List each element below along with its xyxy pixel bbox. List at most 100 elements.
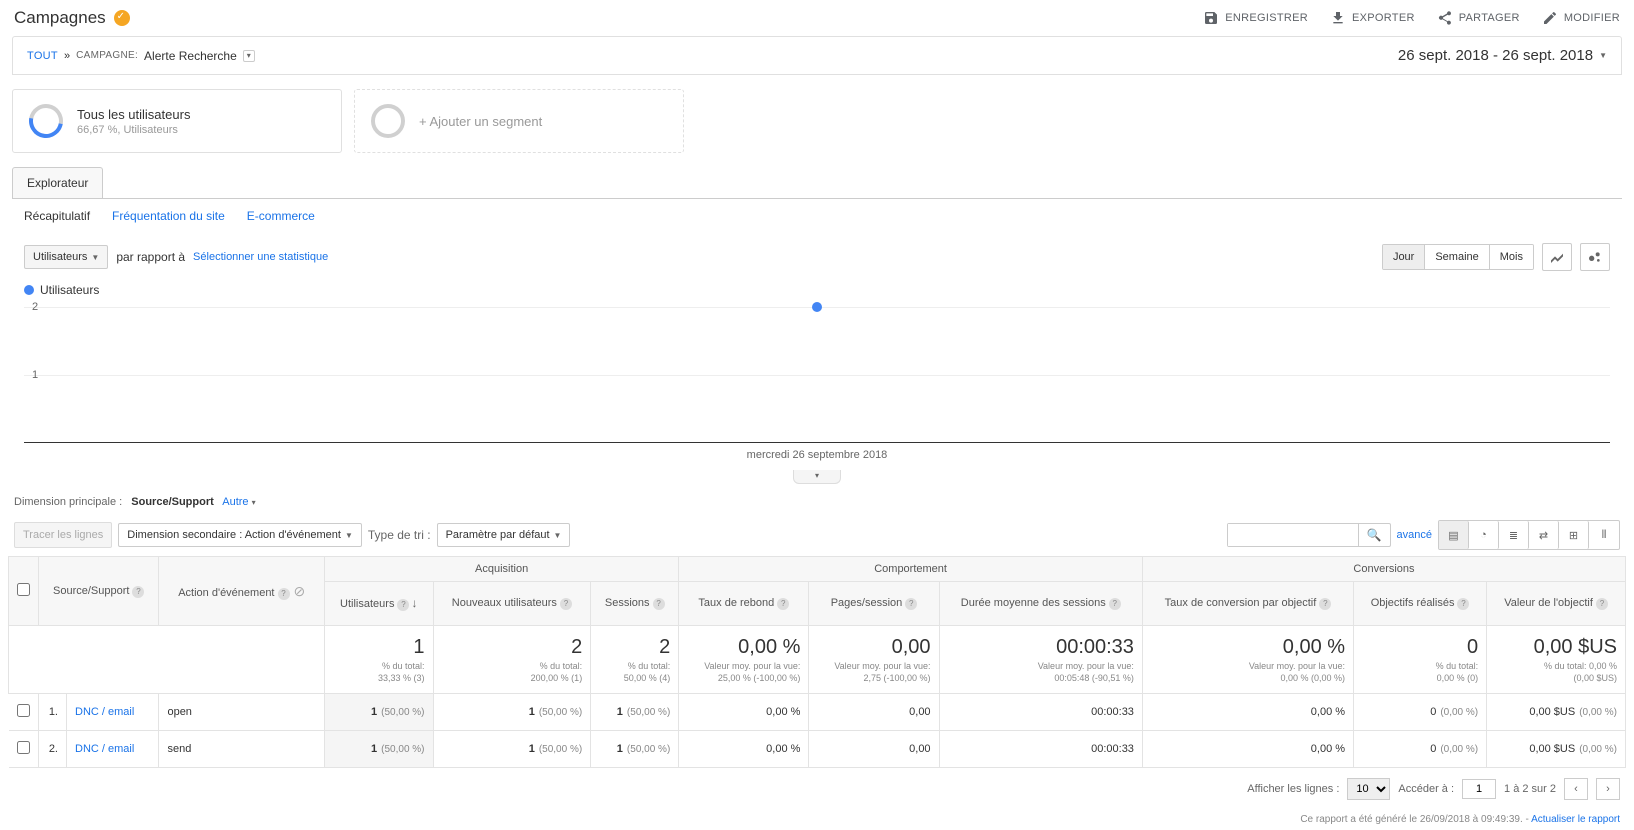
col-users[interactable]: Utilisateurs?↓ — [325, 582, 434, 626]
rows-per-page-select[interactable]: 10 — [1347, 778, 1390, 800]
chevron-down-icon: ▼ — [1599, 51, 1607, 60]
share-button[interactable]: PARTAGER — [1437, 10, 1520, 26]
view-pie-icon[interactable]: ◔ — [1469, 521, 1499, 549]
dimension-other-link[interactable]: Autre — [222, 496, 248, 508]
advanced-filter-link[interactable]: avancé — [1397, 529, 1432, 541]
granularity-week[interactable]: Semaine — [1425, 245, 1489, 269]
summary-row: 1% du total:33,33 % (3) 2% du total:200,… — [9, 626, 1626, 694]
sort-type-label: Type de tri : — [368, 528, 431, 542]
row-source-link[interactable]: DNC / email — [75, 706, 134, 718]
col-new-users[interactable]: Nouveaux utilisateurs? — [433, 582, 591, 626]
row-index: 2. — [39, 731, 67, 768]
view-term-cloud-icon[interactable]: ⊞ — [1559, 521, 1589, 549]
date-range-text: 26 sept. 2018 - 26 sept. 2018 — [1398, 47, 1593, 64]
pagination-range: 1 à 2 sur 2 — [1504, 783, 1556, 795]
trace-lines-button: Tracer les lignes — [14, 522, 112, 548]
add-segment-label: + Ajouter un segment — [419, 114, 542, 129]
y-tick-2: 2 — [32, 301, 38, 313]
col-group-behaviour: Comportement — [679, 557, 1143, 582]
export-icon — [1330, 10, 1346, 26]
primary-dimension-label: Dimension principale : — [14, 496, 122, 508]
col-pages-session[interactable]: Pages/session? — [809, 582, 939, 626]
save-button[interactable]: ENREGISTRER — [1203, 10, 1308, 26]
select-all-checkbox[interactable] — [17, 583, 30, 596]
row-checkbox[interactable] — [17, 741, 30, 754]
col-event-action[interactable]: Action d'événement?⊘ — [159, 557, 325, 626]
breadcrumb-all[interactable]: TOUT — [27, 50, 58, 62]
sort-type-selector[interactable]: Paramètre par défaut ▼ — [437, 523, 571, 547]
remove-dimension-icon[interactable]: ⊘ — [294, 583, 306, 599]
goto-input[interactable] — [1462, 779, 1496, 799]
y-tick-1: 1 — [32, 369, 38, 381]
refresh-report-link[interactable]: Actualiser le rapport — [1531, 814, 1620, 825]
goto-label: Accéder à : — [1398, 783, 1454, 795]
breadcrumb-dropdown[interactable]: ▾ — [243, 50, 255, 62]
table-row: 2. DNC / email send 1(50,00 %) 1(50,00 %… — [9, 731, 1626, 768]
col-goals[interactable]: Objectifs réalisés? — [1354, 582, 1487, 626]
chevron-down-icon: ▼ — [345, 531, 353, 540]
help-icon[interactable]: ? — [132, 586, 144, 598]
subtab-ecommerce[interactable]: E-commerce — [247, 209, 315, 223]
add-segment-button[interactable]: + Ajouter un segment — [354, 89, 684, 153]
search-icon[interactable]: 🔍 — [1358, 524, 1390, 546]
row-source-link[interactable]: DNC / email — [75, 743, 134, 755]
sort-arrow-icon: ↓ — [411, 596, 417, 610]
secondary-dimension-selector[interactable]: Dimension secondaire : Action d'événemen… — [118, 523, 362, 547]
col-source-support[interactable]: Source/Support? — [39, 557, 159, 626]
primary-dimension-value[interactable]: Source/Support — [131, 496, 214, 508]
edit-label: MODIFIER — [1564, 12, 1620, 24]
legend-label: Utilisateurs — [40, 283, 99, 297]
segment-donut-icon — [22, 97, 69, 144]
row-checkbox[interactable] — [17, 704, 30, 717]
col-goal-value[interactable]: Valeur de l'objectif? — [1487, 582, 1626, 626]
breadcrumb: TOUT » CAMPAGNE: Alerte Recherche ▾ — [27, 49, 255, 63]
chevron-down-icon: ▼ — [554, 531, 562, 540]
legend-dot-icon — [24, 285, 34, 295]
subtab-recap[interactable]: Récapitulatif — [24, 209, 90, 223]
tab-explorer[interactable]: Explorateur — [12, 167, 103, 198]
col-sessions[interactable]: Sessions? — [591, 582, 679, 626]
segment-subtitle: 66,67 %, Utilisateurs — [77, 124, 190, 136]
page-title: Campagnes — [14, 8, 106, 28]
sort-type-value: Paramètre par défaut — [446, 529, 550, 541]
select-statistic-link[interactable]: Sélectionner une statistique — [193, 251, 328, 263]
view-pivot-icon[interactable]: ⫴ — [1589, 521, 1619, 549]
col-bounce-rate[interactable]: Taux de rebond? — [679, 582, 809, 626]
col-group-conversions: Conversions — [1142, 557, 1625, 582]
chart-type-line-icon[interactable] — [1542, 243, 1572, 271]
metric-selector[interactable]: Utilisateurs ▼ — [24, 245, 108, 269]
date-range-picker[interactable]: 26 sept. 2018 - 26 sept. 2018 ▼ — [1398, 47, 1607, 64]
segment-all-users[interactable]: Tous les utilisateurs 66,67 %, Utilisate… — [12, 89, 342, 153]
edit-icon — [1542, 10, 1558, 26]
secondary-dimension-label: Dimension secondaire : Action d'événemen… — [127, 529, 341, 541]
breadcrumb-campaign-label: CAMPAGNE: — [76, 50, 138, 61]
view-bar-icon[interactable]: ≣ — [1499, 521, 1529, 549]
granularity-day[interactable]: Jour — [1383, 245, 1425, 269]
subtab-frequentation[interactable]: Fréquentation du site — [112, 209, 225, 223]
granularity-month[interactable]: Mois — [1490, 245, 1533, 269]
table-search-input[interactable] — [1228, 524, 1358, 546]
vs-label: par rapport à — [116, 250, 185, 264]
share-icon — [1437, 10, 1453, 26]
prev-page-button[interactable]: ‹ — [1564, 778, 1588, 800]
save-icon — [1203, 10, 1219, 26]
chevron-down-icon: ▼ — [91, 253, 99, 262]
chart-point[interactable] — [812, 302, 822, 312]
chevron-down-icon: ▾ — [252, 498, 256, 507]
generated-timestamp: Ce rapport a été généré le 26/09/2018 à … — [1300, 814, 1531, 825]
chart-type-bubble-icon[interactable] — [1580, 243, 1610, 271]
view-data-table-icon[interactable]: ▤ — [1439, 521, 1469, 549]
help-icon[interactable]: ? — [278, 588, 290, 600]
verified-badge-icon — [114, 10, 130, 26]
share-label: PARTAGER — [1459, 12, 1520, 24]
view-comparison-icon[interactable]: ⇄ — [1529, 521, 1559, 549]
col-avg-duration[interactable]: Durée moyenne des sessions? — [939, 582, 1142, 626]
save-label: ENREGISTRER — [1225, 12, 1308, 24]
collapse-chart-handle[interactable]: ▾ — [793, 470, 841, 484]
granularity-toggle: Jour Semaine Mois — [1382, 244, 1534, 270]
col-conversion-rate[interactable]: Taux de conversion par objectif? — [1142, 582, 1353, 626]
export-button[interactable]: EXPORTER — [1330, 10, 1415, 26]
edit-button[interactable]: MODIFIER — [1542, 10, 1620, 26]
show-rows-label: Afficher les lignes : — [1247, 783, 1339, 795]
next-page-button[interactable]: › — [1596, 778, 1620, 800]
